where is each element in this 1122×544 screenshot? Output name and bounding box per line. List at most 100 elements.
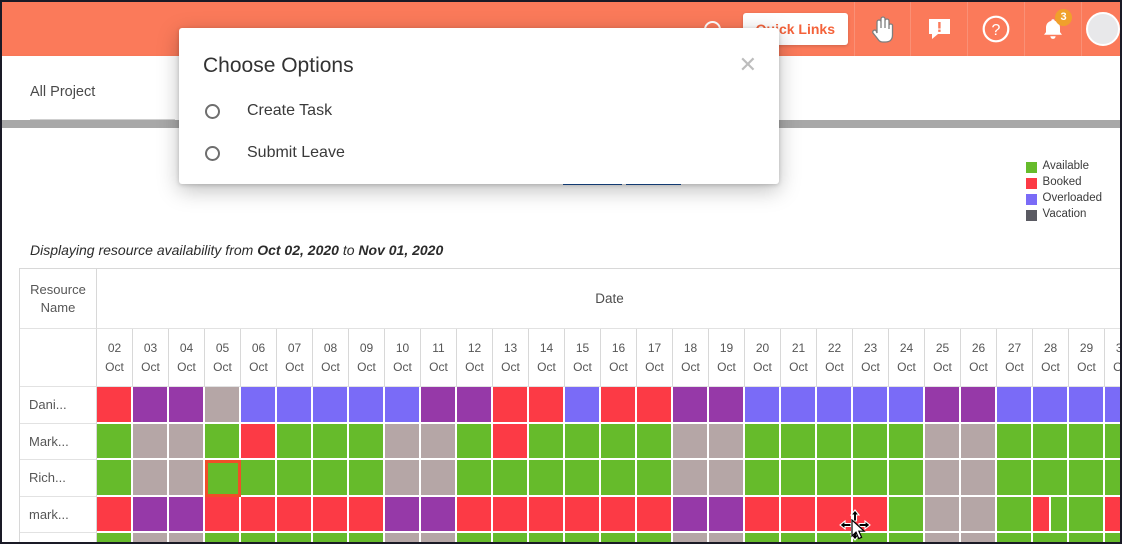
availability-cell[interactable]	[1069, 424, 1105, 461]
availability-cell[interactable]	[961, 424, 997, 461]
availability-cell[interactable]	[781, 387, 817, 424]
availability-cell[interactable]	[853, 460, 889, 497]
availability-cell[interactable]	[385, 460, 421, 497]
availability-cell[interactable]	[637, 533, 673, 542]
availability-cell[interactable]	[961, 460, 997, 497]
availability-cell[interactable]	[241, 460, 277, 497]
availability-segment[interactable]	[1051, 497, 1069, 534]
availability-cell[interactable]	[961, 497, 997, 534]
availability-cell[interactable]	[529, 533, 565, 542]
availability-cell[interactable]	[889, 387, 925, 424]
availability-cell[interactable]	[169, 460, 205, 497]
availability-cell[interactable]	[493, 460, 529, 497]
availability-cell[interactable]	[889, 497, 925, 534]
availability-cell[interactable]	[1033, 533, 1069, 542]
close-icon[interactable]: ✕	[739, 54, 757, 76]
availability-cell[interactable]	[205, 533, 241, 542]
notifications-button[interactable]: 3	[1025, 2, 1082, 56]
resource-name-cell[interactable]: Scatl...	[20, 533, 97, 542]
availability-cell[interactable]	[421, 424, 457, 461]
availability-cell[interactable]	[925, 460, 961, 497]
availability-cell[interactable]	[385, 533, 421, 542]
availability-cell[interactable]	[817, 387, 853, 424]
availability-cell[interactable]	[781, 460, 817, 497]
availability-cell[interactable]	[925, 533, 961, 542]
availability-cell[interactable]	[277, 387, 313, 424]
availability-cell[interactable]	[277, 497, 313, 534]
availability-segment[interactable]	[1033, 497, 1051, 534]
resource-name-cell[interactable]: Dani...	[20, 387, 97, 424]
availability-cell[interactable]	[457, 460, 493, 497]
availability-cell[interactable]	[97, 533, 133, 542]
availability-cell[interactable]	[97, 387, 133, 424]
availability-cell[interactable]	[457, 424, 493, 461]
availability-cell[interactable]	[205, 387, 241, 424]
availability-cell[interactable]	[673, 424, 709, 461]
availability-cell[interactable]	[493, 497, 529, 534]
availability-cell[interactable]	[313, 387, 349, 424]
availability-cell[interactable]	[637, 460, 673, 497]
availability-cell[interactable]	[205, 497, 241, 534]
availability-cell[interactable]	[709, 387, 745, 424]
availability-cell[interactable]	[241, 497, 277, 534]
availability-cell[interactable]	[673, 533, 709, 542]
availability-cell[interactable]	[1069, 533, 1105, 542]
availability-cell[interactable]	[493, 533, 529, 542]
availability-cell[interactable]	[493, 387, 529, 424]
availability-cell-selected[interactable]	[205, 460, 241, 497]
availability-cell[interactable]	[709, 497, 745, 534]
availability-cell[interactable]	[925, 387, 961, 424]
availability-cell[interactable]	[529, 424, 565, 461]
radio-create-task[interactable]	[205, 104, 220, 119]
availability-cell[interactable]	[565, 533, 601, 542]
availability-cell[interactable]	[745, 387, 781, 424]
availability-cell[interactable]	[529, 460, 565, 497]
availability-cell[interactable]	[745, 533, 781, 542]
availability-cell[interactable]	[457, 533, 493, 542]
availability-cell[interactable]	[1033, 460, 1069, 497]
availability-cell[interactable]	[169, 533, 205, 542]
availability-cell[interactable]	[781, 424, 817, 461]
availability-cell[interactable]	[889, 424, 925, 461]
feedback-button[interactable]	[911, 2, 968, 56]
availability-cell[interactable]	[133, 424, 169, 461]
availability-cell[interactable]	[709, 533, 745, 542]
availability-cell[interactable]	[169, 387, 205, 424]
availability-cell[interactable]	[925, 497, 961, 534]
availability-cell[interactable]	[529, 497, 565, 534]
availability-cell[interactable]	[457, 497, 493, 534]
availability-cell[interactable]	[997, 460, 1033, 497]
availability-cell[interactable]	[133, 497, 169, 534]
availability-cell[interactable]	[1105, 497, 1122, 534]
availability-cell[interactable]	[745, 497, 781, 534]
availability-cell[interactable]	[997, 424, 1033, 461]
availability-cell[interactable]	[565, 387, 601, 424]
availability-cell[interactable]	[313, 497, 349, 534]
availability-cell[interactable]	[817, 424, 853, 461]
availability-cell[interactable]	[1069, 460, 1105, 497]
availability-cell[interactable]	[889, 533, 925, 542]
availability-cell[interactable]	[817, 460, 853, 497]
availability-cell[interactable]	[1069, 387, 1105, 424]
availability-cell[interactable]	[1105, 387, 1122, 424]
availability-cell[interactable]	[349, 387, 385, 424]
availability-cell[interactable]	[349, 460, 385, 497]
availability-cell[interactable]	[601, 387, 637, 424]
availability-cell[interactable]	[313, 424, 349, 461]
availability-cell[interactable]	[637, 387, 673, 424]
availability-cell[interactable]	[889, 460, 925, 497]
availability-cell[interactable]	[1033, 497, 1069, 534]
tab-all-project[interactable]: All Project	[30, 84, 95, 111]
availability-cell[interactable]	[349, 533, 385, 542]
availability-cell[interactable]	[385, 387, 421, 424]
availability-cell[interactable]	[601, 424, 637, 461]
availability-cell[interactable]	[961, 387, 997, 424]
availability-cell[interactable]	[169, 424, 205, 461]
availability-cell[interactable]	[1105, 533, 1122, 542]
resource-name-cell[interactable]: Mark...	[20, 424, 97, 461]
resource-name-cell[interactable]: Rich...	[20, 460, 97, 497]
availability-cell[interactable]	[745, 460, 781, 497]
availability-cell[interactable]	[637, 424, 673, 461]
availability-cell[interactable]	[169, 497, 205, 534]
avatar[interactable]	[1086, 12, 1120, 46]
